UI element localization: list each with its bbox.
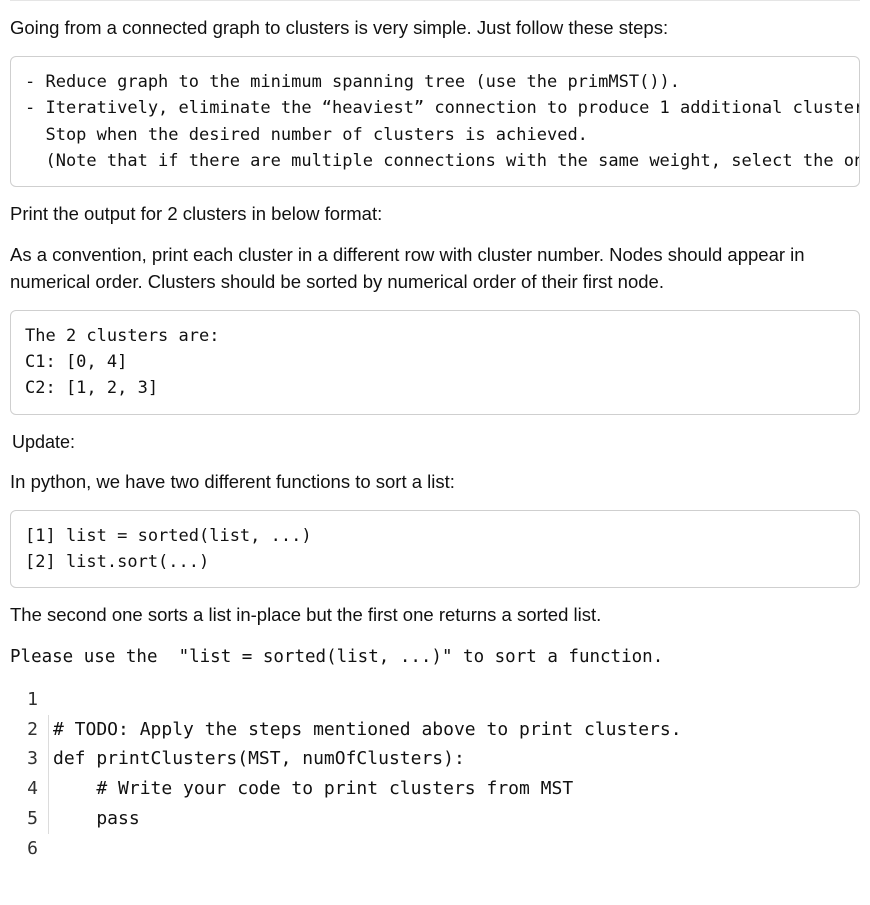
update-label: Update: <box>12 429 860 455</box>
top-divider <box>10 0 860 1</box>
editor-line-number: 5 <box>10 804 48 834</box>
editor-line-code[interactable]: # TODO: Apply the steps mentioned above … <box>48 715 682 745</box>
print-output-heading: Print the output for 2 clusters in below… <box>10 201 860 228</box>
code-editor[interactable]: 12# TODO: Apply the steps mentioned abov… <box>10 685 860 863</box>
page-root: Going from a connected graph to clusters… <box>0 0 870 883</box>
editor-line[interactable]: 3def printClusters(MST, numOfClusters): <box>10 744 860 774</box>
editor-line-code[interactable]: pass <box>48 804 140 834</box>
sort-request-line: Please use the "list = sorted(list, ...)… <box>10 643 860 671</box>
editor-line-number: 6 <box>10 834 48 864</box>
editor-line-number: 4 <box>10 774 48 804</box>
convention-paragraph: As a convention, print each cluster in a… <box>10 242 860 296</box>
editor-line-number: 2 <box>10 715 48 745</box>
editor-line-number: 3 <box>10 744 48 774</box>
editor-line[interactable]: 6 <box>10 834 860 864</box>
editor-line[interactable]: 2# TODO: Apply the steps mentioned above… <box>10 715 860 745</box>
sort-explain-paragraph: The second one sorts a list in-place but… <box>10 602 860 629</box>
steps-code-block: - Reduce graph to the minimum spanning t… <box>10 56 860 187</box>
intro-paragraph: Going from a connected graph to clusters… <box>10 15 860 42</box>
editor-line[interactable]: 5 pass <box>10 804 860 834</box>
editor-line-code[interactable]: def printClusters(MST, numOfClusters): <box>48 744 465 774</box>
sort-intro-paragraph: In python, we have two different functio… <box>10 469 860 496</box>
sort-functions-code-block: [1] list = sorted(list, ...) [2] list.so… <box>10 510 860 589</box>
editor-line-number: 1 <box>10 685 48 715</box>
editor-line[interactable]: 4 # Write your code to print clusters fr… <box>10 774 860 804</box>
editor-line-code[interactable]: # Write your code to print clusters from… <box>48 774 573 804</box>
editor-line[interactable]: 1 <box>10 685 860 715</box>
clusters-code-block: The 2 clusters are: C1: [0, 4] C2: [1, 2… <box>10 310 860 415</box>
